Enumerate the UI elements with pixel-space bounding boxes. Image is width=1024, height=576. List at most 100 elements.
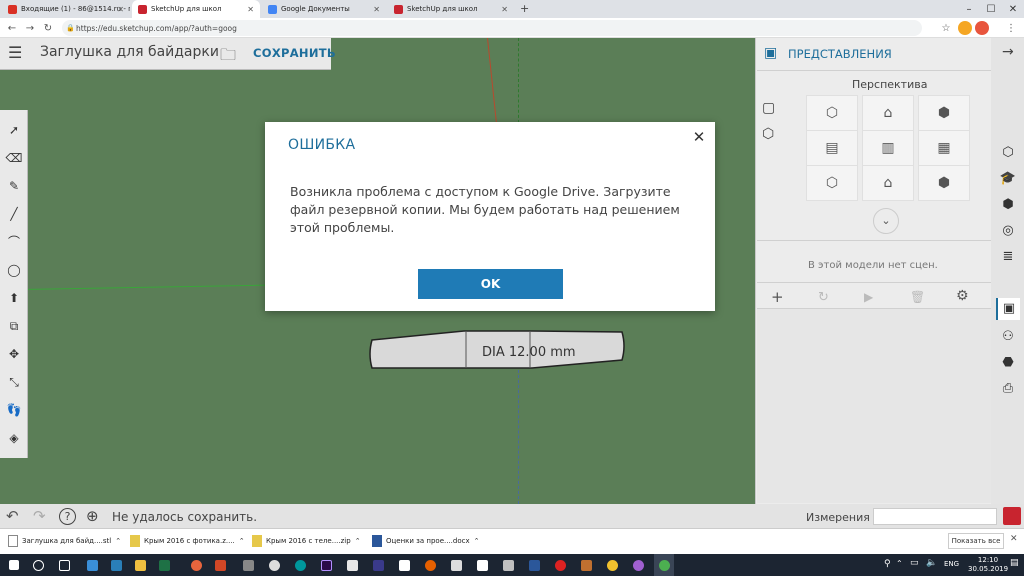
view-iso3-button[interactable]: ⬢ bbox=[918, 165, 970, 201]
undo-icon[interactable]: ↶ bbox=[6, 507, 19, 525]
select-tool-icon[interactable]: ➚ bbox=[4, 120, 24, 140]
forward-icon[interactable]: → bbox=[22, 18, 38, 38]
search-icon[interactable] bbox=[28, 554, 48, 576]
chevron-up-icon[interactable]: ⌃ bbox=[355, 537, 361, 545]
circle-tool-icon[interactable]: ◯ bbox=[4, 260, 24, 280]
hamburger-menu-icon[interactable]: ☰ bbox=[8, 45, 22, 61]
export-icon[interactable]: ⎙ bbox=[996, 378, 1020, 400]
ok-button[interactable]: OK bbox=[418, 269, 563, 299]
minimize-icon[interactable]: – bbox=[958, 0, 980, 18]
view-top-button[interactable]: ⌂ bbox=[862, 95, 914, 131]
view-bottom-button[interactable]: ⌂ bbox=[862, 165, 914, 201]
app-icon[interactable] bbox=[498, 554, 518, 576]
line-tool-icon[interactable]: ╱ bbox=[4, 204, 24, 224]
download-item[interactable]: Крым 2016 с теле....zip ⌃ bbox=[252, 530, 364, 552]
display-glasses-icon[interactable]: ⚇ bbox=[996, 326, 1020, 348]
save-button[interactable]: СОХРАНИТЬ bbox=[253, 46, 336, 60]
volume-icon[interactable]: 🔈 bbox=[926, 558, 937, 568]
view-iso2-button[interactable]: ⬢ bbox=[918, 95, 970, 131]
fan-app-icon[interactable] bbox=[186, 554, 206, 576]
menu-kebab-icon[interactable]: ⋮ bbox=[1003, 18, 1019, 38]
premiere-app-icon[interactable] bbox=[316, 554, 336, 576]
app-icon[interactable] bbox=[550, 554, 570, 576]
instructor-icon[interactable]: 🎓 bbox=[996, 168, 1020, 190]
url-field[interactable]: 🔒 https://edu.sketchup.com/app/?auth=goo… bbox=[62, 20, 922, 36]
chevron-up-icon[interactable]: ⌃ bbox=[239, 537, 245, 545]
back-icon[interactable]: ← bbox=[4, 18, 20, 38]
abbyy-app-icon[interactable] bbox=[446, 554, 466, 576]
app-icon[interactable] bbox=[576, 554, 596, 576]
settings-gear-icon[interactable]: ⚙ bbox=[956, 288, 969, 304]
tab-google-docs[interactable]: Google Документы ✕ bbox=[262, 0, 386, 18]
cube-icon[interactable]: ⬡ bbox=[762, 126, 774, 142]
chevron-up-icon[interactable]: ⌃ bbox=[115, 537, 121, 545]
extension-icon[interactable] bbox=[975, 21, 989, 35]
envelope-app-icon[interactable] bbox=[394, 554, 414, 576]
close-tab-icon[interactable]: ✕ bbox=[247, 5, 254, 14]
collapse-panel-icon[interactable]: → bbox=[1002, 44, 1014, 60]
add-scene-icon[interactable]: + bbox=[771, 288, 784, 306]
layers-icon[interactable]: ≣ bbox=[996, 246, 1020, 268]
chrome-app-icon[interactable] bbox=[602, 554, 622, 576]
inkscape-app-icon[interactable] bbox=[264, 554, 284, 576]
new-tab-button[interactable]: + bbox=[520, 2, 529, 15]
tab-sketchup-active[interactable]: SketchUp для школ ✕ bbox=[132, 0, 260, 18]
components-icon[interactable]: ⬢ bbox=[996, 194, 1020, 216]
section-tool-icon[interactable]: ◈ bbox=[4, 428, 24, 448]
maximize-icon[interactable]: ☐ bbox=[980, 0, 1002, 18]
close-downloads-icon[interactable]: ✕ bbox=[1010, 534, 1018, 544]
close-tab-icon[interactable]: ✕ bbox=[373, 5, 380, 14]
profile-avatar[interactable] bbox=[958, 21, 972, 35]
firefox-app-icon[interactable] bbox=[420, 554, 440, 576]
view-iso-button[interactable]: ⬡ bbox=[806, 95, 858, 131]
paint-tool-icon[interactable]: ✎ bbox=[4, 176, 24, 196]
windows-start-icon[interactable] bbox=[4, 554, 24, 576]
chrome-active-app-icon[interactable] bbox=[654, 554, 674, 576]
excel-app-icon[interactable] bbox=[154, 554, 174, 576]
folder-icon[interactable]: 🗀 bbox=[220, 44, 236, 71]
download-item[interactable]: Оценки за прое....docx ⌃ bbox=[372, 530, 492, 552]
arc-tool-icon[interactable]: ⌒ bbox=[4, 232, 24, 252]
scenes-icon[interactable]: ▣ bbox=[996, 298, 1020, 320]
close-tab-icon[interactable]: ✕ bbox=[501, 5, 508, 14]
download-item[interactable]: Крым 2016 с фотика.z.... ⌃ bbox=[130, 530, 245, 552]
app-icon[interactable] bbox=[628, 554, 648, 576]
chevron-up-icon[interactable]: ⌃ bbox=[474, 537, 480, 545]
globe-icon[interactable]: ⊕ bbox=[86, 507, 99, 525]
close-window-icon[interactable]: ✕ bbox=[1002, 0, 1024, 18]
word-app-icon[interactable] bbox=[524, 554, 544, 576]
measurements-input[interactable] bbox=[873, 508, 997, 525]
materials-icon[interactable]: ◎ bbox=[996, 220, 1020, 242]
face-style-icon[interactable]: ▢ bbox=[762, 100, 775, 116]
arduino-app-icon[interactable] bbox=[290, 554, 310, 576]
language-indicator[interactable]: ENG bbox=[944, 560, 959, 568]
push-pull-tool-icon[interactable]: ⬆ bbox=[4, 288, 24, 308]
view-left-button[interactable]: ⬡ bbox=[806, 165, 858, 201]
tray-chevron-icon[interactable]: ⌃ bbox=[896, 559, 903, 568]
calculator-app-icon[interactable] bbox=[238, 554, 258, 576]
clock[interactable]: 12:10 30.05.2019 bbox=[968, 556, 1008, 574]
close-tab-icon[interactable]: ✕ bbox=[117, 5, 124, 14]
people-icon[interactable]: ⚲ bbox=[884, 559, 891, 569]
tab-gmail[interactable]: Входящие (1) - 86@1514.ru - по ✕ bbox=[2, 0, 130, 18]
task-view-icon[interactable] bbox=[54, 554, 74, 576]
acrobat-app-icon[interactable] bbox=[472, 554, 492, 576]
solid-inspector-icon[interactable]: ⬣ bbox=[996, 352, 1020, 374]
help-icon[interactable]: ? bbox=[59, 508, 76, 525]
folder-app-icon[interactable] bbox=[130, 554, 150, 576]
close-icon[interactable]: ✕ bbox=[690, 128, 708, 146]
eraser-tool-icon[interactable]: ⌫ bbox=[4, 148, 24, 168]
app-icon[interactable] bbox=[342, 554, 362, 576]
walk-tool-icon[interactable]: 👣 bbox=[4, 400, 24, 420]
view-right-button[interactable]: ▥ bbox=[862, 130, 914, 166]
entity-info-icon[interactable]: ⬡ bbox=[996, 142, 1020, 164]
kompas-app-icon[interactable] bbox=[368, 554, 388, 576]
explorer-app-icon[interactable] bbox=[82, 554, 102, 576]
star-icon[interactable]: ☆ bbox=[938, 18, 954, 38]
app-icon[interactable] bbox=[106, 554, 126, 576]
powerpoint-app-icon[interactable] bbox=[210, 554, 230, 576]
view-front-button[interactable]: ▤ bbox=[806, 130, 858, 166]
tab-sketchup-2[interactable]: SketchUp для школ ✕ bbox=[388, 0, 514, 18]
download-item[interactable]: Заглушка для байд....stl ⌃ bbox=[8, 530, 123, 552]
expand-chevron-icon[interactable]: ⌄ bbox=[873, 208, 899, 234]
